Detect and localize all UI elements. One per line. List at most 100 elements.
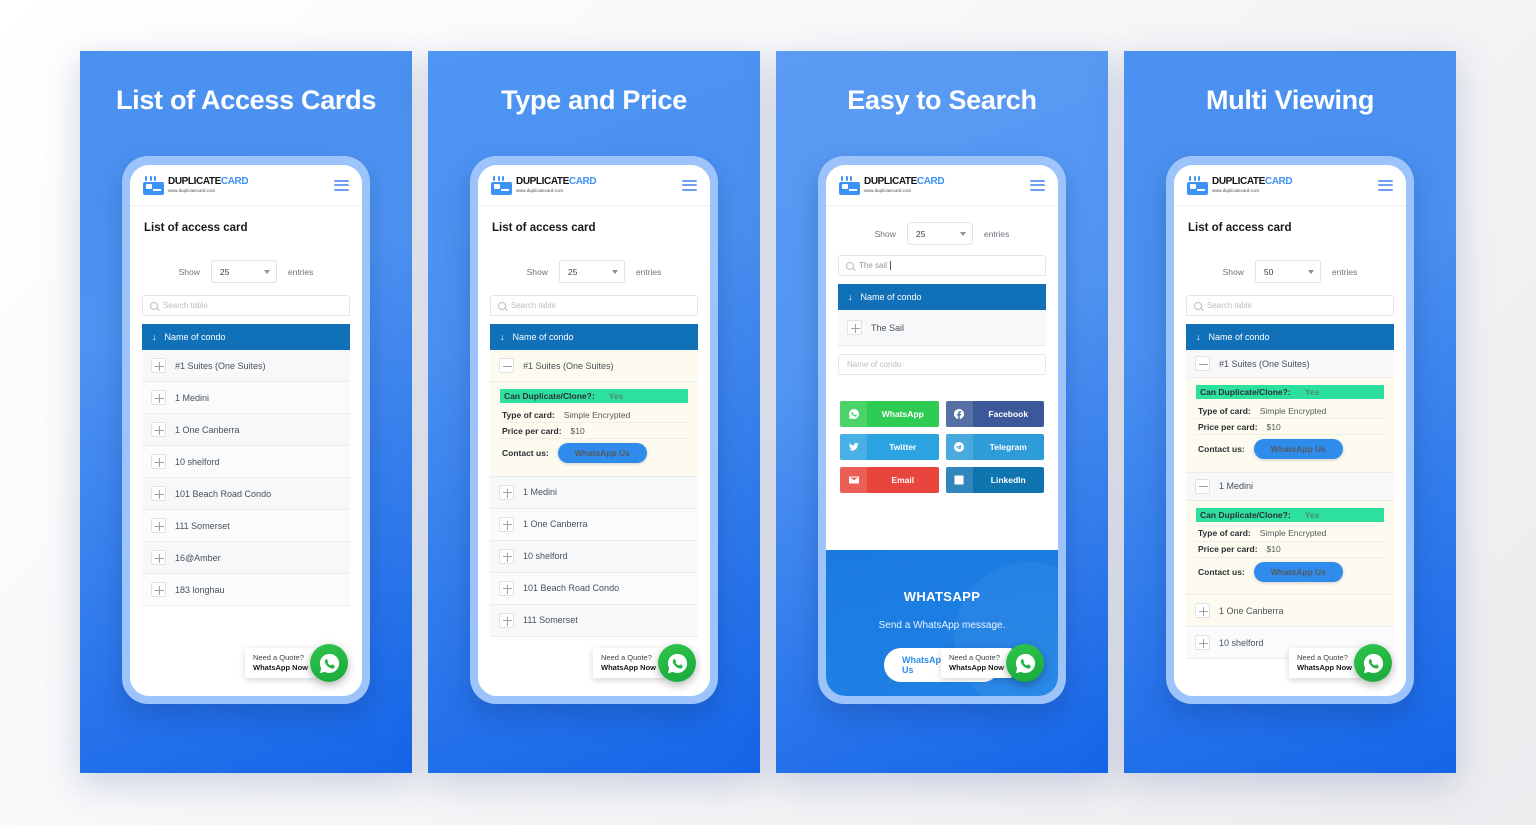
entries-select[interactable]: 25 [210,260,277,283]
tooltip-line-1: Need a Quote? [949,652,1000,662]
expand-plus-icon[interactable] [1195,635,1210,650]
whatsapp-icon[interactable] [658,644,696,682]
row-label: 101 Beach Road Condo [175,488,272,499]
share-label: LinkedIn [990,475,1026,485]
row-label: 183 longhau [175,584,225,595]
expand-plus-icon[interactable] [151,422,166,437]
app-logo: DUPLICATECARD www.duplicatecard.com [839,175,945,195]
expand-plus-icon[interactable] [499,580,514,596]
expand-plus-icon[interactable] [847,320,862,335]
search-icon [498,301,506,310]
collapse-minus-icon[interactable] [1195,356,1210,371]
whatsapp-float-widget[interactable]: Need a Quote? WhatsApp Now [941,644,1044,682]
table-row[interactable]: 1 One Canberra [142,414,350,446]
expand-plus-icon[interactable] [151,390,166,405]
whatsapp-float-widget[interactable]: Need a Quote? WhatsApp Now [245,644,348,682]
linkedin-icon [945,467,973,493]
table-row[interactable]: 111 Somerset [490,604,698,637]
row-label: 1 One Canberra [523,519,588,529]
whatsapp-float-widget[interactable]: Need a Quote? WhatsApp Now [1289,644,1392,682]
table-row[interactable]: 16@Amber [142,542,350,574]
duplicate-status-bar: Can Duplicate/Clone?: Yes [500,389,688,403]
search-input[interactable]: Search table [490,295,698,316]
table-row[interactable]: 1 Medini [490,476,698,509]
condo-table: ↓ Name of condo The Sail [838,284,1046,346]
share-button-telegram[interactable]: Telegram [945,434,1044,460]
table-row[interactable]: 1 Medini [142,382,350,414]
facebook-icon [945,401,973,427]
whatsapp-tooltip: Need a Quote? WhatsApp Now [593,647,664,679]
whatsapp-us-button[interactable]: WhatsApp Us [557,443,647,463]
table-header-row[interactable]: ↓ Name of condo [1186,324,1394,350]
hamburger-menu-icon[interactable] [682,179,697,191]
expand-plus-icon[interactable] [499,612,514,628]
expand-plus-icon[interactable] [151,518,166,533]
name-of-condo-input[interactable]: Name of condo [838,354,1046,375]
table-row-expanded[interactable]: #1 Suites (One Suites) [490,350,698,382]
logo-name-secondary: CARD [1264,176,1293,188]
entries-select[interactable]: 25 [558,260,625,283]
share-label: WhatsApp [881,409,924,419]
type-label: Type of card: [502,409,555,420]
collapse-minus-icon[interactable] [1195,478,1210,494]
whatsapp-icon[interactable] [310,644,348,682]
logo-name-secondary: CARD [916,176,945,188]
tooltip-line-2: WhatsApp Now [1297,663,1352,672]
table-row[interactable]: 10 shelford [142,446,350,478]
table-header-row[interactable]: ↓ Name of condo [838,284,1046,310]
detail-row-type: Type of card: Simple Encrypted [1196,526,1384,542]
logo-url: www.duplicatecard.com [516,187,564,193]
table-row[interactable]: 101 Beach Road Condo [490,572,698,605]
expand-plus-icon[interactable] [1195,603,1210,618]
expand-plus-icon[interactable] [151,582,166,597]
whatsapp-icon[interactable] [1006,644,1044,682]
table-header-row[interactable]: ↓ Name of condo [142,324,350,350]
whatsapp-us-button[interactable]: WhatsApp Us [1253,439,1343,459]
table-row[interactable]: The Sail [838,310,1046,346]
share-button-email[interactable]: Email [840,467,939,493]
expand-plus-icon[interactable] [151,358,166,373]
expand-plus-icon[interactable] [151,550,166,565]
expand-plus-icon[interactable] [151,486,166,501]
search-input[interactable]: Search table [1186,295,1394,316]
whatsapp-float-widget[interactable]: Need a Quote? WhatsApp Now [593,644,696,682]
entries-select[interactable]: 25 [906,222,973,245]
table-row[interactable]: 10 shelford [490,540,698,573]
expand-plus-icon[interactable] [499,548,514,564]
app-logo: DUPLICATECARD www.duplicatecard.com [491,175,597,195]
sort-descending-icon: ↓ [500,332,505,342]
footer-title: WHATSAPP [903,589,981,604]
table-row[interactable]: 111 Somerset [142,510,350,542]
whatsapp-us-button[interactable]: WhatsApp Us [1253,561,1343,582]
table-row-expanded[interactable]: #1 Suites (One Suites) [1186,350,1394,378]
hamburger-menu-icon[interactable] [1378,179,1393,191]
search-input[interactable]: The sail [838,255,1046,276]
hamburger-menu-icon[interactable] [334,179,349,191]
table-row[interactable]: 1 One Canberra [1186,595,1394,627]
collapse-minus-icon[interactable] [499,358,514,373]
phone-mockup: DUPLICATECARD www.duplicatecard.com Show… [818,156,1066,704]
search-input[interactable]: Search table [142,295,350,316]
table-row[interactable]: 101 Beach Road Condo [142,478,350,510]
table-row[interactable]: 1 One Canberra [490,508,698,541]
table-row-expanded[interactable]: 1 Medini [1186,472,1394,501]
share-button-whatsapp[interactable]: WhatsApp [840,401,939,427]
tooltip-line-2: WhatsApp Now [601,663,656,672]
expand-plus-icon[interactable] [499,484,514,500]
table-row[interactable]: 183 longhau [142,574,350,606]
table-header-row[interactable]: ↓ Name of condo [490,324,698,350]
expand-plus-icon[interactable] [151,454,166,469]
table-row[interactable]: #1 Suites (One Suites) [142,350,350,382]
entries-select[interactable]: 50 [1254,260,1321,283]
app-body: List of access card Show 25 entries Sear… [478,206,710,696]
share-button-facebook[interactable]: Facebook [945,401,1044,427]
expand-plus-icon[interactable] [499,516,514,532]
duplicate-status-bar: Can Duplicate/Clone?: Yes [1196,507,1384,522]
logo-name-secondary: CARD [568,176,597,188]
share-button-twitter[interactable]: Twitter [840,434,939,460]
hamburger-menu-icon[interactable] [1030,179,1045,191]
row-label: The Sail [871,322,905,333]
share-button-linkedin[interactable]: LinkedIn [945,467,1044,493]
type-label: Type of card: [1198,405,1251,416]
whatsapp-icon[interactable] [1354,644,1392,682]
